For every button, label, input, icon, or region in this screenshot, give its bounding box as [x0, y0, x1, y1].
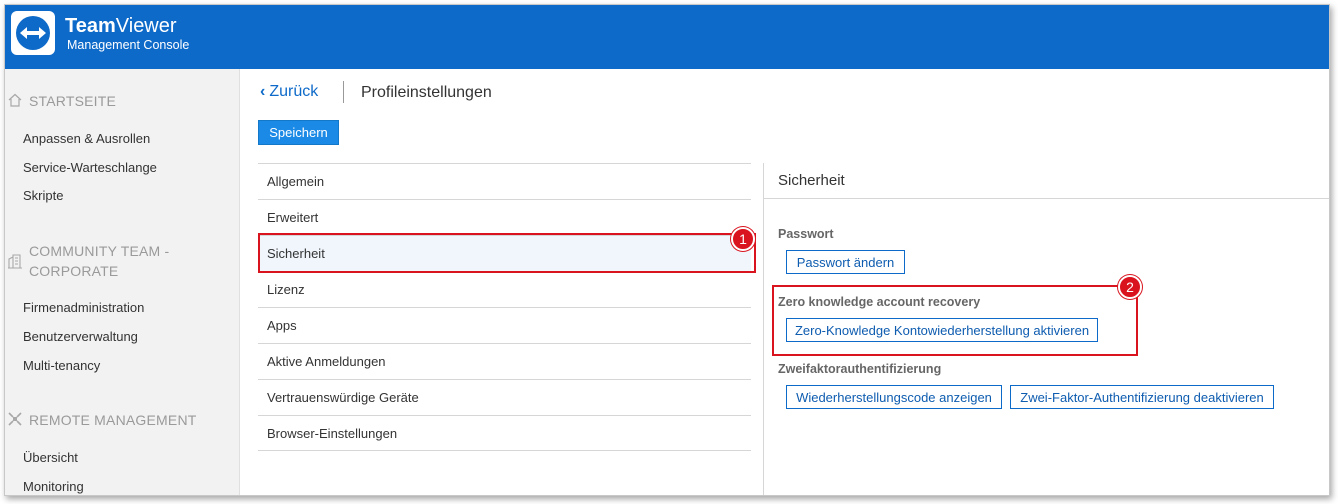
sidebar-item-firmenadministration[interactable]: Firmenadministration — [23, 300, 144, 315]
save-button[interactable]: Speichern — [258, 120, 339, 145]
app-window: TeamViewer Management Console STARTSEITE… — [4, 4, 1330, 496]
home-icon — [8, 93, 22, 107]
callout-highlight-zero-knowledge — [772, 285, 1138, 356]
brand: TeamViewer Management Console — [65, 15, 189, 53]
sidebar-item-monitoring[interactable]: Monitoring — [23, 479, 84, 494]
back-label: Zurück — [269, 83, 319, 100]
teamviewer-logo-icon[interactable] — [11, 11, 55, 55]
change-password-button[interactable]: Passwort ändern — [786, 250, 905, 274]
disable-two-factor-button[interactable]: Zwei-Faktor-Authentifizierung deaktivier… — [1010, 385, 1274, 409]
topbar-divider — [343, 81, 344, 103]
sidebar-item-uebersicht[interactable]: Übersicht — [23, 450, 78, 465]
callout-highlight-sicherheit — [258, 233, 756, 273]
brand-subtitle: Management Console — [67, 38, 190, 52]
two-factor-label: Zweifaktorauthentifizierung — [778, 362, 942, 376]
sidebar-section-remote-management[interactable]: REMOTE MANAGEMENT — [7, 410, 197, 430]
app-header: TeamViewer Management Console — [5, 5, 1329, 69]
chevron-left-icon: ‹ — [260, 83, 266, 100]
brand-title: TeamViewer — [65, 15, 177, 37]
remote-management-icon — [8, 412, 22, 426]
sidebar-section-startseite[interactable]: STARTSEITE — [7, 91, 116, 111]
building-icon — [8, 254, 22, 269]
page-title: Profileinstellungen — [361, 84, 492, 101]
sidebar: STARTSEITE Anpassen & Ausrollen Service-… — [5, 69, 240, 495]
show-recovery-code-button[interactable]: Wiederherstellungscode anzeigen — [786, 385, 1002, 409]
menu-item-browser-einstellungen[interactable]: Browser-Einstellungen — [258, 415, 751, 451]
pane-divider — [763, 163, 764, 495]
security-title-underline — [764, 198, 1329, 199]
password-label: Passwort — [778, 227, 834, 241]
sidebar-item-service-warteschlange[interactable]: Service-Warteschlange — [23, 160, 157, 175]
callout-badge-2: 2 — [1118, 275, 1142, 299]
security-title: Sicherheit — [778, 172, 845, 189]
sidebar-item-skripte[interactable]: Skripte — [23, 188, 63, 203]
menu-item-lizenz[interactable]: Lizenz — [258, 271, 751, 307]
sidebar-section-community-team[interactable]: COMMUNITY TEAM - CORPORATE — [7, 241, 169, 281]
menu-item-vertrauenswuerdige-geraete[interactable]: Vertrauenswürdige Geräte — [258, 379, 751, 415]
menu-item-allgemein[interactable]: Allgemein — [258, 163, 751, 199]
callout-badge-1: 1 — [731, 227, 755, 251]
back-link[interactable]: ‹ Zurück — [260, 83, 318, 101]
menu-item-aktive-anmeldungen[interactable]: Aktive Anmeldungen — [258, 343, 751, 379]
menu-item-apps[interactable]: Apps — [258, 307, 751, 343]
menu-item-erweitert[interactable]: Erweitert — [258, 199, 751, 235]
sidebar-item-benutzerverwaltung[interactable]: Benutzerverwaltung — [23, 329, 138, 344]
sidebar-item-anpassen[interactable]: Anpassen & Ausrollen — [23, 131, 150, 146]
sidebar-item-multi-tenancy[interactable]: Multi-tenancy — [23, 358, 100, 373]
